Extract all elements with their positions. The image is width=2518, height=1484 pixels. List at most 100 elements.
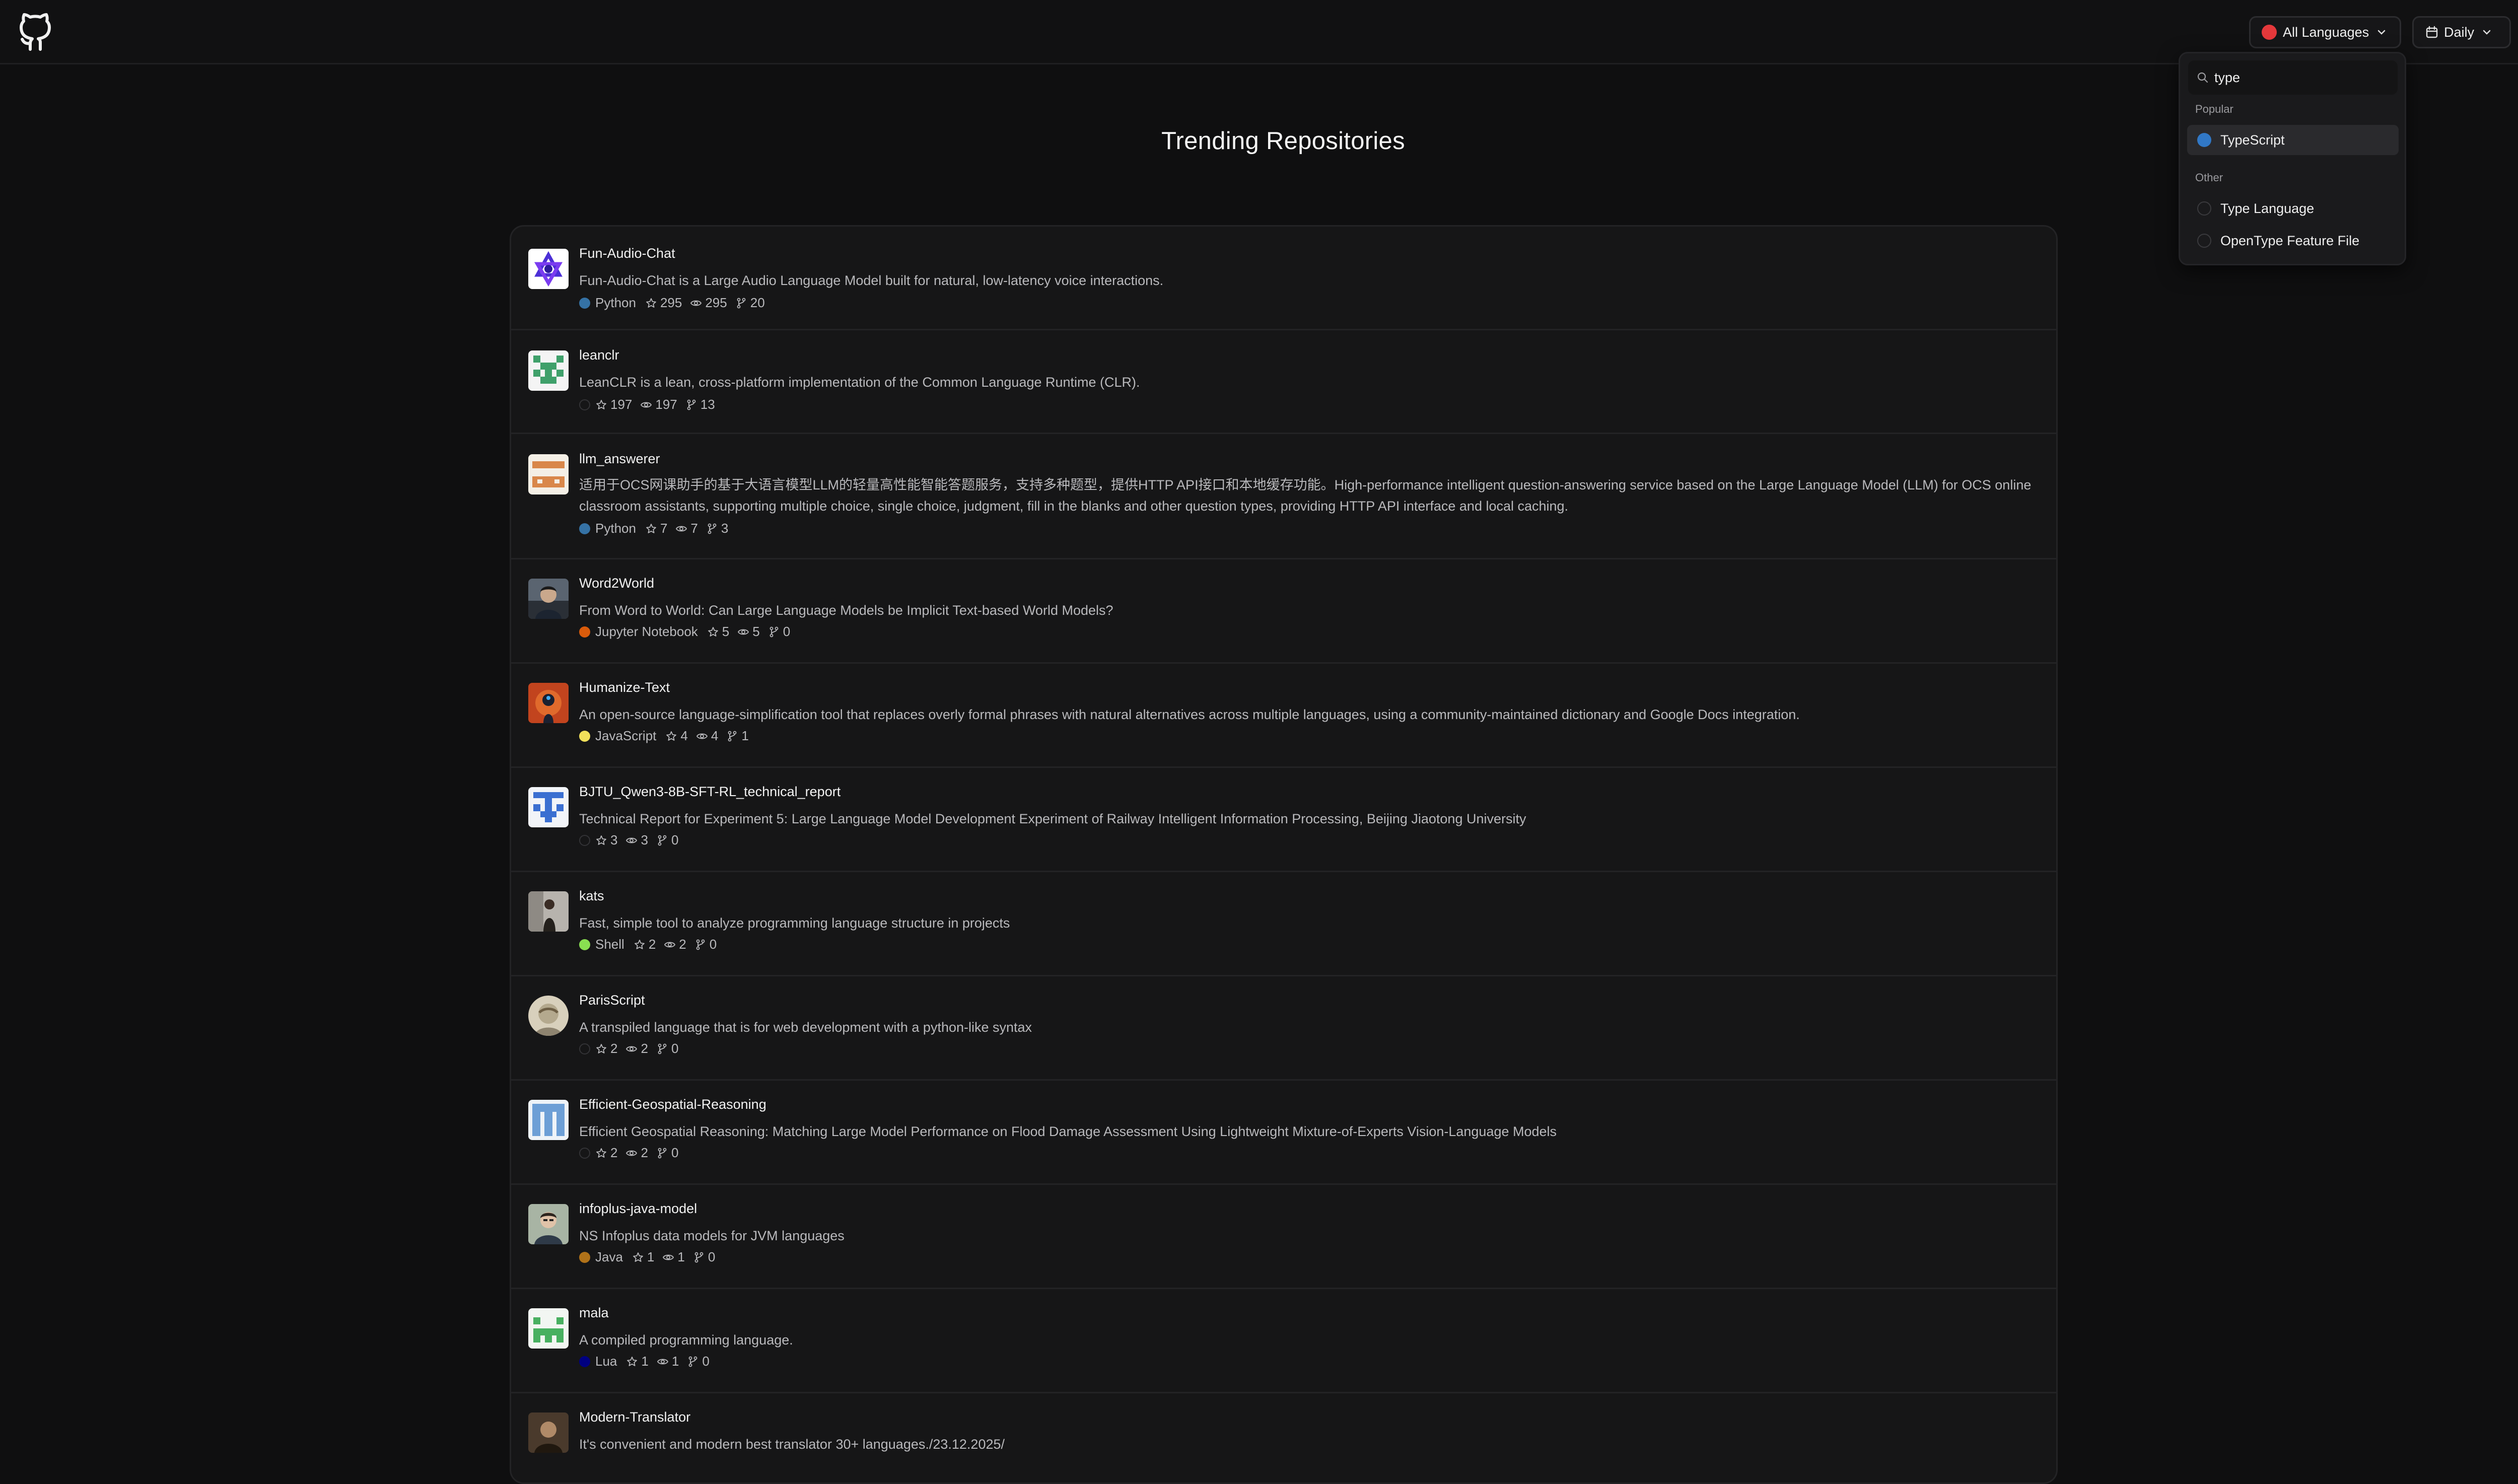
- eye-icon: [690, 300, 702, 306]
- eye-icon: [641, 402, 652, 407]
- fork-icon: [687, 399, 696, 410]
- repo-description: Technical Report for Experiment 5: Large…: [579, 811, 1526, 826]
- forks-count: 0: [656, 1041, 678, 1056]
- repo-meta: Lua 1 1 0: [579, 1354, 718, 1369]
- repo-meta: 2 2 0: [579, 1145, 686, 1161]
- top-bar: All Languages Daily: [0, 0, 2518, 64]
- eye-icon: [664, 942, 676, 947]
- repo-description: From Word to World: Can Large Language M…: [579, 603, 1113, 618]
- repo-card[interactable]: BJTU_Qwen3-8B-SFT-RL_technical_report Te…: [511, 768, 2056, 872]
- forks-count: 0: [694, 937, 717, 952]
- repo-name[interactable]: BJTU_Qwen3-8B-SFT-RL_technical_report: [579, 784, 841, 800]
- repo-avatar: [528, 1308, 569, 1349]
- repo-name[interactable]: kats: [579, 888, 604, 904]
- watchers-count: 295: [690, 295, 727, 311]
- forks-count: 20: [735, 295, 765, 311]
- repo-card[interactable]: Word2World From Word to World: Can Large…: [511, 559, 2056, 664]
- repo-card[interactable]: leanclr LeanCLR is a lean, cross-platfor…: [511, 330, 2056, 434]
- repo-meta: 3 3 0: [579, 832, 686, 848]
- repo-description: Fast, simple tool to analyze programming…: [579, 915, 1010, 931]
- repo-language: Lua: [595, 1354, 617, 1369]
- fork-icon: [696, 939, 705, 950]
- period-filter-label: Daily: [2444, 24, 2475, 40]
- eye-icon: [696, 733, 708, 739]
- repo-name[interactable]: Fun-Audio-Chat: [579, 246, 675, 261]
- repo-card[interactable]: ParisScript A transpiled language that i…: [511, 976, 2056, 1081]
- repo-card[interactable]: kats Fast, simple tool to analyze progra…: [511, 872, 2056, 976]
- fork-icon: [708, 523, 717, 534]
- language-filter-button[interactable]: All Languages: [2249, 16, 2401, 48]
- language-search-box[interactable]: [2188, 60, 2398, 95]
- repo-card[interactable]: mala A compiled programming language. Lu…: [511, 1289, 2056, 1393]
- repo-description: An open-source language-simplification t…: [579, 707, 1800, 722]
- stars-count: 197: [595, 397, 632, 412]
- repo-name[interactable]: Modern-Translator: [579, 1409, 690, 1425]
- watchers-count: 7: [675, 521, 698, 536]
- language-option-opentype-feature-file[interactable]: OpenType Feature File: [2187, 226, 2399, 256]
- fork-icon: [694, 1252, 704, 1262]
- repo-avatar: [528, 996, 569, 1036]
- calendar-icon: [2426, 26, 2438, 38]
- repo-meta: Python 295 295 20: [579, 295, 773, 311]
- language-search-input[interactable]: [2214, 69, 2386, 86]
- repo-description: Efficient Geospatial Reasoning: Matching…: [579, 1124, 1557, 1139]
- repo-name[interactable]: llm_answerer: [579, 451, 660, 467]
- star-icon: [596, 835, 606, 845]
- repo-avatar: [528, 1412, 569, 1453]
- star-icon: [596, 399, 606, 409]
- repo-card[interactable]: infoplus-java-model NS Infoplus data mod…: [511, 1185, 2056, 1289]
- watchers-count: 197: [640, 397, 677, 412]
- repo-card[interactable]: Fun-Audio-Chat Fun-Audio-Chat is a Large…: [511, 227, 2056, 330]
- forks-count: 0: [687, 1354, 710, 1369]
- search-icon: [2197, 72, 2208, 83]
- forks-count: 0: [693, 1249, 715, 1265]
- repo-card[interactable]: Efficient-Geospatial-Reasoning Efficient…: [511, 1081, 2056, 1185]
- period-filter-button[interactable]: Daily: [2412, 16, 2511, 48]
- repo-avatar: [528, 350, 569, 391]
- eye-icon: [663, 1254, 674, 1260]
- language-color-dot: [579, 730, 590, 742]
- repo-name[interactable]: ParisScript: [579, 993, 645, 1008]
- repo-avatar: [528, 1204, 569, 1244]
- language-color-dot: [579, 1043, 590, 1054]
- repo-language: Shell: [595, 937, 624, 952]
- repo-name[interactable]: mala: [579, 1305, 609, 1321]
- red-dot-icon: [2262, 25, 2277, 40]
- repo-card[interactable]: Modern-Translator It's convenient and mo…: [511, 1393, 2056, 1482]
- language-color-dot: [2197, 133, 2211, 147]
- language-option-type-language[interactable]: Type Language: [2187, 193, 2399, 224]
- forks-count: 13: [685, 397, 715, 412]
- watchers-count: 2: [625, 1041, 648, 1056]
- forks-count: 1: [726, 728, 749, 744]
- star-icon: [646, 298, 656, 308]
- repo-avatar: [528, 891, 569, 932]
- repo-meta: Shell 2 2 0: [579, 937, 725, 952]
- fork-icon: [770, 626, 779, 637]
- language-option-label: TypeScript: [2220, 132, 2285, 148]
- language-color-dot: [579, 626, 590, 638]
- eye-icon: [626, 1150, 638, 1156]
- repo-avatar: [528, 454, 569, 494]
- repo-name[interactable]: Word2World: [579, 576, 654, 591]
- language-color-dot: [579, 834, 590, 846]
- repo-description: It's convenient and modern best translat…: [579, 1437, 1005, 1452]
- repo-name[interactable]: infoplus-java-model: [579, 1201, 697, 1217]
- language-option-typescript[interactable]: TypeScript: [2187, 125, 2399, 155]
- repo-name[interactable]: Humanize-Text: [579, 680, 670, 695]
- repo-avatar: [528, 683, 569, 723]
- repo-name[interactable]: Efficient-Geospatial-Reasoning: [579, 1097, 766, 1112]
- repo-avatar: [528, 787, 569, 827]
- repo-name[interactable]: leanclr: [579, 347, 619, 363]
- github-logo-icon[interactable]: [18, 13, 52, 51]
- fork-icon: [688, 1356, 697, 1367]
- watchers-count: 1: [657, 1354, 679, 1369]
- fork-icon: [658, 1043, 667, 1054]
- star-icon: [596, 1043, 606, 1053]
- repo-meta: Jupyter Notebook 5 5 0: [579, 624, 798, 640]
- repo-card[interactable]: Humanize-Text An open-source language-si…: [511, 664, 2056, 768]
- star-icon: [627, 1356, 638, 1366]
- repo-card[interactable]: llm_answerer 适用于OCS网课助手的基于大语言模型LLM的轻量高性能…: [511, 434, 2056, 559]
- language-dropdown: Popular TypeScript Other Type Language O…: [2179, 52, 2406, 265]
- language-filter-label: All Languages: [2283, 24, 2369, 40]
- popular-group-label: Popular: [2195, 103, 2233, 115]
